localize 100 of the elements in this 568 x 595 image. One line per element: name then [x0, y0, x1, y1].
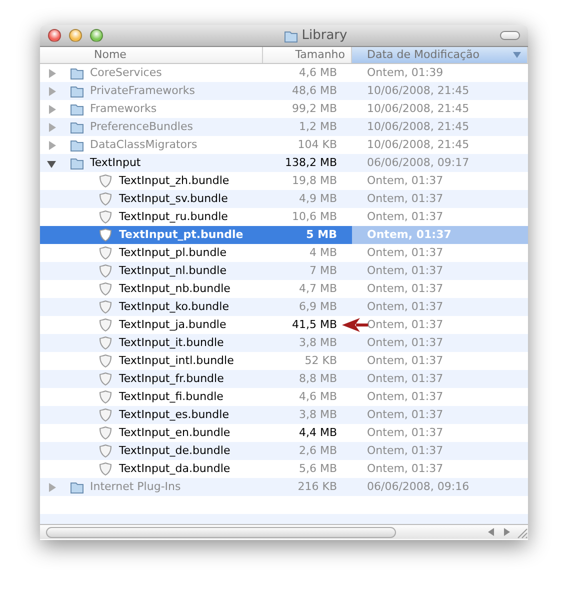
folder-icon [70, 138, 84, 152]
file-row[interactable]: TextInput_intl.bundle 52 KB Ontem, 01:37 [40, 352, 528, 370]
file-name: TextInput_ru.bundle [119, 209, 228, 225]
file-name: TextInput_ja.bundle [119, 317, 226, 333]
modified-date: 10/06/2008, 21:45 [367, 84, 470, 97]
shield-icon [99, 318, 112, 332]
file-size: 8,8 MB [298, 372, 337, 385]
modified-date: Ontem, 01:39 [367, 66, 444, 79]
file-size: 99,2 MB [292, 102, 337, 115]
modified-date: 06/06/2008, 09:16 [367, 480, 470, 493]
shield-icon [99, 228, 112, 242]
file-name: TextInput_ko.bundle [119, 299, 229, 315]
modified-date: Ontem, 01:37 [367, 372, 444, 385]
file-row[interactable]: TextInput_nl.bundle 7 MB Ontem, 01:37 [40, 262, 528, 280]
file-name: TextInput_intl.bundle [119, 353, 234, 369]
shield-icon [99, 444, 112, 458]
modified-date: Ontem, 01:37 [367, 192, 444, 205]
file-row[interactable]: TextInput_it.bundle 3,8 MB Ontem, 01:37 [40, 334, 528, 352]
modified-date: 10/06/2008, 21:45 [367, 120, 470, 133]
file-size: 4,6 MB [298, 390, 337, 403]
modified-date: Ontem, 01:37 [367, 300, 444, 313]
modified-date: Ontem, 01:37 [367, 264, 444, 277]
shield-icon [99, 210, 112, 224]
shield-icon [99, 192, 112, 206]
file-row[interactable]: TextInput_es.bundle 3,8 MB Ontem, 01:37 [40, 406, 528, 424]
zoom-button[interactable] [90, 29, 103, 42]
shield-icon [99, 408, 112, 422]
file-name: TextInput_sv.bundle [119, 191, 228, 207]
file-name: DataClassMigrators [90, 137, 198, 153]
file-row[interactable]: TextInput 138,2 MB 06/06/2008, 09:17 [40, 154, 528, 172]
horizontal-scrollbar[interactable] [40, 524, 528, 539]
file-row[interactable]: TextInput_de.bundle 2,6 MB Ontem, 01:37 [40, 442, 528, 460]
toolbar-toggle-button[interactable] [500, 31, 520, 40]
folder-icon [70, 66, 84, 80]
file-name: TextInput_pl.bundle [119, 245, 226, 261]
shield-icon [99, 174, 112, 188]
file-size: 4,7 MB [298, 282, 337, 295]
file-size: 4,6 MB [298, 66, 337, 79]
file-row[interactable]: TextInput_pt.bundle 5 MB Ontem, 01:37 [40, 226, 528, 244]
file-size: 48,6 MB [292, 84, 337, 97]
file-row[interactable]: TextInput_zh.bundle 19,8 MB Ontem, 01:37 [40, 172, 528, 190]
file-name: TextInput_fi.bundle [119, 389, 224, 405]
file-size: 104 KB [298, 138, 337, 151]
modified-date: Ontem, 01:37 [367, 462, 444, 475]
file-name: TextInput_de.bundle [119, 443, 230, 459]
shield-icon [99, 390, 112, 404]
file-name: TextInput [90, 155, 141, 171]
file-row[interactable]: TextInput_ja.bundle 41,5 MB Ontem, 01:37 [40, 316, 528, 334]
shield-icon [99, 462, 112, 476]
shield-icon [99, 246, 112, 260]
modified-date: 10/06/2008, 21:45 [367, 138, 470, 151]
file-row[interactable]: TextInput_sv.bundle 4,9 MB Ontem, 01:37 [40, 190, 528, 208]
close-button[interactable] [48, 29, 61, 42]
folder-icon [70, 480, 84, 494]
file-name: Internet Plug-Ins [90, 479, 181, 495]
modified-date: 06/06/2008, 09:17 [367, 156, 470, 169]
file-size: 4,4 MB [298, 426, 337, 439]
folder-icon [284, 28, 298, 42]
file-size: 2,6 MB [298, 444, 337, 457]
file-row[interactable]: TextInput_fi.bundle 4,6 MB Ontem, 01:37 [40, 388, 528, 406]
file-name: PreferenceBundles [90, 119, 193, 135]
modified-date: Ontem, 01:37 [367, 246, 444, 259]
file-row[interactable]: TextInput_fr.bundle 8,8 MB Ontem, 01:37 [40, 370, 528, 388]
file-row[interactable]: TextInput_da.bundle 5,6 MB Ontem, 01:37 [40, 460, 528, 478]
modified-date: Ontem, 01:37 [367, 174, 444, 187]
shield-icon [99, 372, 112, 386]
shield-icon [99, 354, 112, 368]
minimize-button[interactable] [69, 29, 82, 42]
modified-date: Ontem, 01:37 [367, 318, 444, 331]
file-name: Frameworks [90, 101, 157, 117]
file-name: TextInput_nb.bundle [119, 281, 230, 297]
file-size: 3,8 MB [298, 336, 337, 349]
folder-icon [70, 84, 84, 98]
file-row[interactable]: TextInput_ko.bundle 6,9 MB Ontem, 01:37 [40, 298, 528, 316]
file-row[interactable]: TextInput_pl.bundle 4 MB Ontem, 01:37 [40, 244, 528, 262]
folder-icon [70, 120, 84, 134]
file-row[interactable]: TextInput_ru.bundle 10,6 MB Ontem, 01:37 [40, 208, 528, 226]
column-header[interactable]: Nome [40, 47, 263, 63]
file-row[interactable]: TextInput_en.bundle 4,4 MB Ontem, 01:37 [40, 424, 528, 442]
file-size: 4 MB [309, 246, 337, 259]
window-title: Library [302, 26, 348, 45]
file-name: PrivateFrameworks [90, 83, 195, 99]
file-name: TextInput_es.bundle [119, 407, 229, 423]
file-size: 5 MB [306, 228, 337, 241]
file-size: 5,6 MB [298, 462, 337, 475]
file-size: 7 MB [309, 264, 337, 277]
shield-icon [99, 300, 112, 314]
sort-arrow-icon [513, 52, 521, 58]
scroll-thumb[interactable] [46, 527, 396, 538]
file-size: 138,2 MB [284, 156, 337, 169]
modified-date: Ontem, 01:37 [367, 390, 444, 403]
shield-icon [99, 336, 112, 350]
file-name: TextInput_en.bundle [119, 425, 230, 441]
modified-date: Ontem, 01:37 [367, 444, 444, 457]
file-size: 6,9 MB [298, 300, 337, 313]
file-size: 3,8 MB [298, 408, 337, 421]
file-row[interactable]: TextInput_nb.bundle 4,7 MB Ontem, 01:37 [40, 280, 528, 298]
shield-icon [99, 282, 112, 296]
file-name: TextInput_da.bundle [119, 461, 230, 477]
shield-icon [99, 264, 112, 278]
